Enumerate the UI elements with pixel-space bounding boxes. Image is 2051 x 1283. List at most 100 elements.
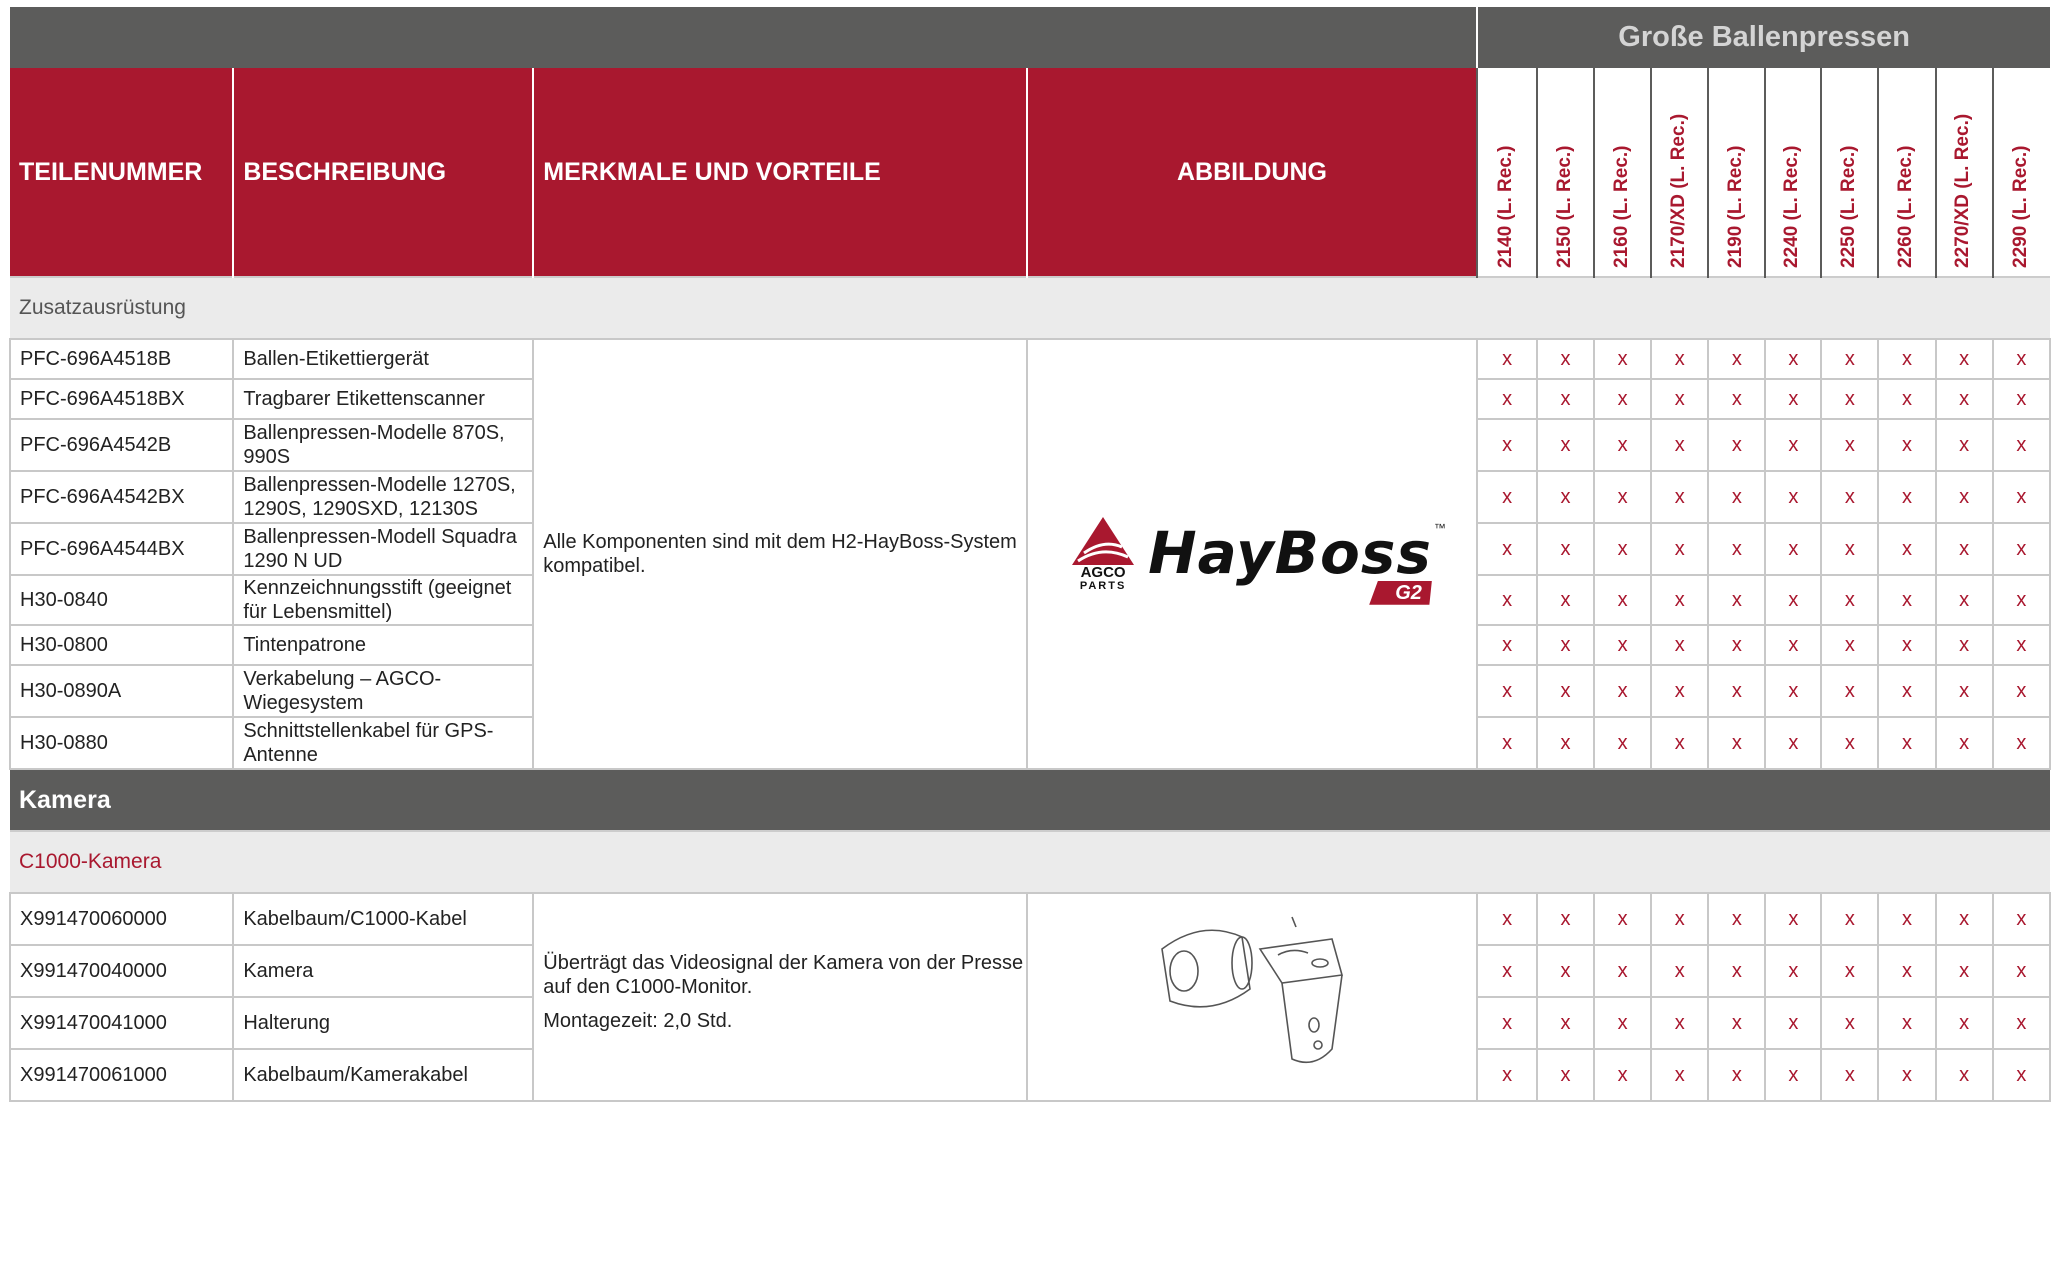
part-number: PFC-696A4518B: [8, 338, 235, 380]
compat-mark: x: [1535, 624, 1596, 666]
col-header-image: ABBILDUNG: [1025, 68, 1478, 277]
part-number: H30-0890A: [8, 664, 235, 718]
description: Kabelbaum/Kamerakabel: [232, 1048, 535, 1102]
compat-mark: x: [1991, 378, 2051, 420]
part-number: PFC-696A4542B: [8, 418, 235, 472]
description: Kamera: [232, 944, 535, 998]
compat-mark: x: [1593, 338, 1653, 380]
compat-mark: x: [1877, 664, 1937, 718]
hayboss-wordmark: HayBoss ™ G2: [1148, 519, 1446, 605]
image-cell: AGCO PARTS HayBoss ™ G2: [1025, 338, 1479, 770]
compat-mark: x: [1820, 944, 1880, 998]
compat-mark: x: [1476, 574, 1538, 626]
section-c1000: C1000-Kamera: [10, 830, 2050, 893]
compat-mark: x: [1820, 996, 1880, 1050]
compat-mark: x: [1535, 996, 1596, 1050]
compat-mark: x: [1820, 470, 1880, 524]
compat-mark: x: [1991, 716, 2051, 770]
compat-mark: x: [1764, 996, 1823, 1050]
features-note: Überträgt das Videosignal der Kamera von…: [543, 951, 1025, 1033]
description: Kennzeichnungsstift (geeignet für Lebens…: [232, 574, 535, 626]
compat-mark: x: [1820, 418, 1880, 472]
trademark-symbol: ™: [1433, 521, 1446, 536]
compat-mark: x: [1535, 664, 1596, 718]
part-number: PFC-696A4518BX: [8, 378, 235, 420]
agco-parts-logo: AGCO PARTS: [1072, 516, 1135, 592]
compat-mark: x: [1476, 378, 1538, 420]
compat-mark: x: [1934, 996, 1994, 1050]
compat-mark: x: [1650, 944, 1710, 998]
compat-mark: x: [1535, 522, 1596, 576]
compat-mark: x: [1650, 418, 1710, 472]
compat-mark: x: [1707, 664, 1767, 718]
compat-mark: x: [1650, 470, 1710, 524]
compat-mark: x: [1476, 944, 1538, 998]
compat-mark: x: [1593, 944, 1653, 998]
compat-mark: x: [1934, 664, 1994, 718]
model-header-2: 2160 (L. Rec.): [1593, 68, 1652, 277]
section-zusatz-title: Zusatzausrüstung: [10, 276, 2050, 339]
compat-mark: x: [1991, 470, 2051, 524]
model-header-4: 2190 (L. Rec.): [1707, 68, 1766, 277]
col-header-features: MERKMALE UND VORTEILE: [532, 68, 1027, 277]
compat-mark: x: [1877, 716, 1937, 770]
parts-table: Große Ballenpressen TEILENUMMER BESCHREI…: [8, 7, 2051, 1102]
compat-mark: x: [1650, 892, 1710, 946]
compat-mark: x: [1764, 418, 1823, 472]
model-header-6: 2250 (L. Rec.): [1820, 68, 1879, 277]
description: Ballenpressen-Modelle 870S, 990S: [232, 418, 535, 472]
compat-mark: x: [1764, 716, 1823, 770]
model-label: 2150 (L. Rec.): [1553, 145, 1575, 269]
model-label: 2260 (L. Rec.): [1894, 145, 1916, 269]
compat-mark: x: [1593, 378, 1653, 420]
hayboss-text: HayBoss: [1148, 519, 1432, 588]
compat-mark: x: [1764, 378, 1823, 420]
compat-mark: x: [1650, 624, 1710, 666]
compat-mark: x: [1707, 522, 1767, 576]
part-number: X991470061000: [8, 1048, 235, 1102]
compat-mark: x: [1764, 892, 1823, 946]
compat-mark: x: [1934, 418, 1994, 472]
compat-mark: x: [1877, 944, 1937, 998]
description: Ballenpressen-Modelle 1270S, 1290S, 1290…: [232, 470, 535, 524]
compat-mark: x: [1764, 522, 1823, 576]
col-header-description: BESCHREIBUNG: [232, 68, 534, 277]
compat-mark: x: [1476, 624, 1538, 666]
compat-mark: x: [1593, 716, 1653, 770]
section-zusatz: Zusatzausrüstung: [10, 276, 2050, 339]
model-label: 2190 (L. Rec.): [1724, 145, 1746, 269]
group-title: Große Ballenpressen: [1476, 7, 2050, 68]
compat-mark: x: [1707, 470, 1767, 524]
model-label: 2270/XD (L. Rec.): [1952, 113, 1974, 268]
compat-mark: x: [1764, 944, 1823, 998]
compat-mark: x: [1934, 338, 1994, 380]
description: Schnittstellenkabel für GPS-Antenne: [232, 716, 535, 770]
part-number: PFC-696A4542BX: [8, 470, 235, 524]
part-number: X991470060000: [8, 892, 235, 946]
features-text: Alle Komponenten sind mit dem H2-HayBoss…: [543, 531, 1017, 577]
compat-mark: x: [1820, 892, 1880, 946]
compat-mark: x: [1593, 574, 1653, 626]
compat-mark: x: [1934, 378, 1994, 420]
compat-mark: x: [1707, 624, 1767, 666]
compat-mark: x: [1593, 522, 1653, 576]
compat-mark: x: [1991, 574, 2051, 626]
compat-mark: x: [1764, 1048, 1823, 1102]
hayboss-logo: AGCO PARTS HayBoss ™ G2: [1072, 516, 1446, 605]
camera-bracket-drawing: [1161, 916, 1343, 1064]
compat-mark: x: [1535, 574, 1596, 626]
compat-mark: x: [1991, 1048, 2051, 1102]
description: Ballenpressen-Modell Squadra 1290 N UD: [232, 522, 535, 576]
compat-mark: x: [1991, 944, 2051, 998]
compat-mark: x: [1877, 1048, 1937, 1102]
compat-mark: x: [1991, 892, 2051, 946]
model-header-5: 2240 (L. Rec.): [1764, 68, 1822, 277]
compat-mark: x: [1535, 892, 1596, 946]
compat-mark: x: [1707, 716, 1767, 770]
compat-mark: x: [1764, 664, 1823, 718]
model-label: 2290 (L. Rec.): [2009, 145, 2031, 269]
compat-mark: x: [1476, 892, 1538, 946]
compat-mark: x: [1991, 418, 2051, 472]
compat-mark: x: [1877, 624, 1937, 666]
compat-mark: x: [1934, 944, 1994, 998]
